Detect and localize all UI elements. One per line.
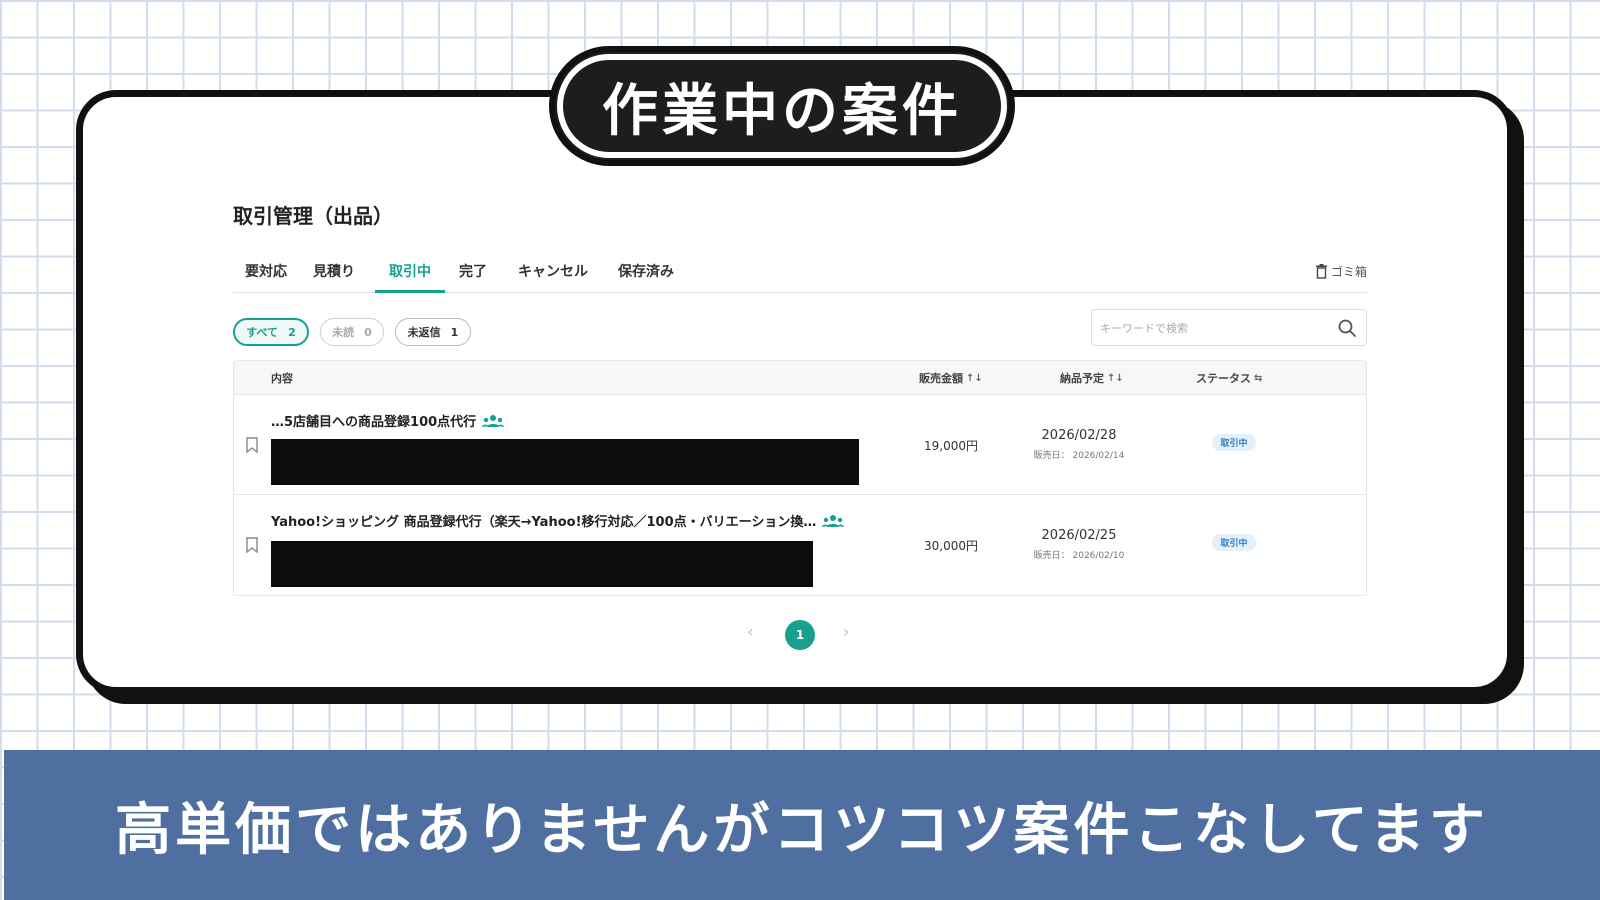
- row-amount: 19,000円: [924, 439, 978, 453]
- pager-prev-button[interactable]: ‹: [747, 622, 753, 641]
- filter-chip-label: すべて: [246, 326, 279, 339]
- search-placeholder: キーワードで検索: [1100, 322, 1188, 335]
- row-due: 2026/02/28 販売日： 2026/02/14: [1014, 428, 1144, 461]
- trash-label: ゴミ箱: [1330, 265, 1367, 279]
- filter-chip-count: 0: [364, 325, 372, 339]
- sort-icon: ↑↓: [966, 372, 983, 384]
- row-title[interactable]: Yahoo!ショッピング 商品登録代行（楽天→Yahoo!移行対応／100点・バ…: [271, 511, 845, 530]
- row-due: 2026/02/25 販売日： 2026/02/10: [1014, 528, 1144, 561]
- sort-icon: ↑↓: [1107, 372, 1124, 384]
- table-row[interactable]: …5店舗目への商品登録100点代行 19,000円 2026/02/28 販売日…: [234, 395, 1366, 495]
- filter-chip-count: 2: [288, 325, 296, 339]
- row-title-text: …5店舗目への商品登録100点代行: [271, 415, 477, 430]
- team-icon: [822, 514, 845, 527]
- team-icon: [482, 414, 505, 427]
- header-amount[interactable]: 販売金額 ↑↓: [919, 370, 983, 386]
- status-badge: 取引中: [1212, 534, 1256, 551]
- due-date: 2026/02/28: [1041, 428, 1117, 443]
- redacted-block: [271, 439, 859, 485]
- header-content: 内容: [271, 370, 293, 386]
- row-title[interactable]: …5店舗目への商品登録100点代行: [271, 411, 505, 430]
- page-title: 取引管理（出品）: [233, 204, 393, 228]
- banner-title-text: 作業中の案件: [602, 78, 962, 144]
- redacted-block: [271, 541, 813, 587]
- search-input[interactable]: キーワードで検索: [1091, 309, 1367, 346]
- row-amount: 30,000円: [924, 539, 978, 553]
- tab-cancelled[interactable]: キャンセル: [505, 253, 601, 293]
- filter-icon: ⇆: [1254, 372, 1263, 384]
- tab-saved[interactable]: 保存済み: [603, 253, 689, 293]
- header-amount-label: 販売金額: [919, 372, 963, 385]
- caption-text: 高単価ではありませんがコツコツ案件こなしてます: [115, 797, 1489, 863]
- table-row[interactable]: Yahoo!ショッピング 商品登録代行（楽天→Yahoo!移行対応／100点・バ…: [234, 495, 1366, 595]
- filter-chip-unreplied[interactable]: 未返信 1: [395, 318, 471, 346]
- table-header: 内容 販売金額 ↑↓ 納品予定 ↑↓ ステータス ⇆: [234, 361, 1366, 395]
- pager-next-button[interactable]: ›: [843, 622, 849, 641]
- search-icon[interactable]: [1337, 318, 1357, 338]
- transactions-table: 内容 販売金額 ↑↓ 納品予定 ↑↓ ステータス ⇆ …5店舗目への商品登録10…: [233, 360, 1367, 596]
- filter-chip-label: 未読: [332, 326, 355, 339]
- due-date: 2026/02/25: [1041, 528, 1117, 543]
- header-content-label: 内容: [271, 372, 293, 385]
- status-badge: 取引中: [1212, 434, 1256, 451]
- filter-chip-count: 1: [450, 325, 459, 339]
- filter-chip-all[interactable]: すべて 2: [233, 318, 309, 346]
- header-status-label: ステータス: [1196, 372, 1251, 385]
- trash-icon: [1315, 264, 1327, 279]
- trash-button[interactable]: ゴミ箱: [1315, 263, 1367, 280]
- header-due-label: 納品予定: [1060, 372, 1104, 385]
- bookmark-icon[interactable]: [245, 437, 259, 453]
- filter-chip-label: 未返信: [407, 326, 441, 339]
- tab-completed[interactable]: 完了: [445, 253, 501, 293]
- pager-page-1[interactable]: 1: [785, 620, 815, 650]
- header-due[interactable]: 納品予定 ↑↓: [1060, 370, 1124, 386]
- tab-needs-action[interactable]: 要対応: [233, 253, 299, 293]
- tab-in-progress[interactable]: 取引中: [375, 253, 445, 293]
- tab-estimates[interactable]: 見積り: [299, 253, 369, 293]
- header-status[interactable]: ステータス ⇆: [1196, 370, 1262, 386]
- caption-banner: 高単価ではありませんがコツコツ案件こなしてます: [4, 750, 1600, 900]
- filter-chip-unread[interactable]: 未読 0: [320, 318, 384, 346]
- row-title-text: Yahoo!ショッピング 商品登録代行（楽天→Yahoo!移行対応／100点・バ…: [271, 515, 817, 530]
- sale-date: 販売日： 2026/02/10: [1033, 551, 1125, 561]
- tab-bar: 要対応 見積り 取引中 完了 キャンセル 保存済み ゴミ箱: [233, 253, 1367, 293]
- sale-date: 販売日： 2026/02/14: [1033, 451, 1125, 461]
- banner-title: 作業中の案件: [549, 46, 1015, 166]
- bookmark-icon[interactable]: [245, 537, 259, 553]
